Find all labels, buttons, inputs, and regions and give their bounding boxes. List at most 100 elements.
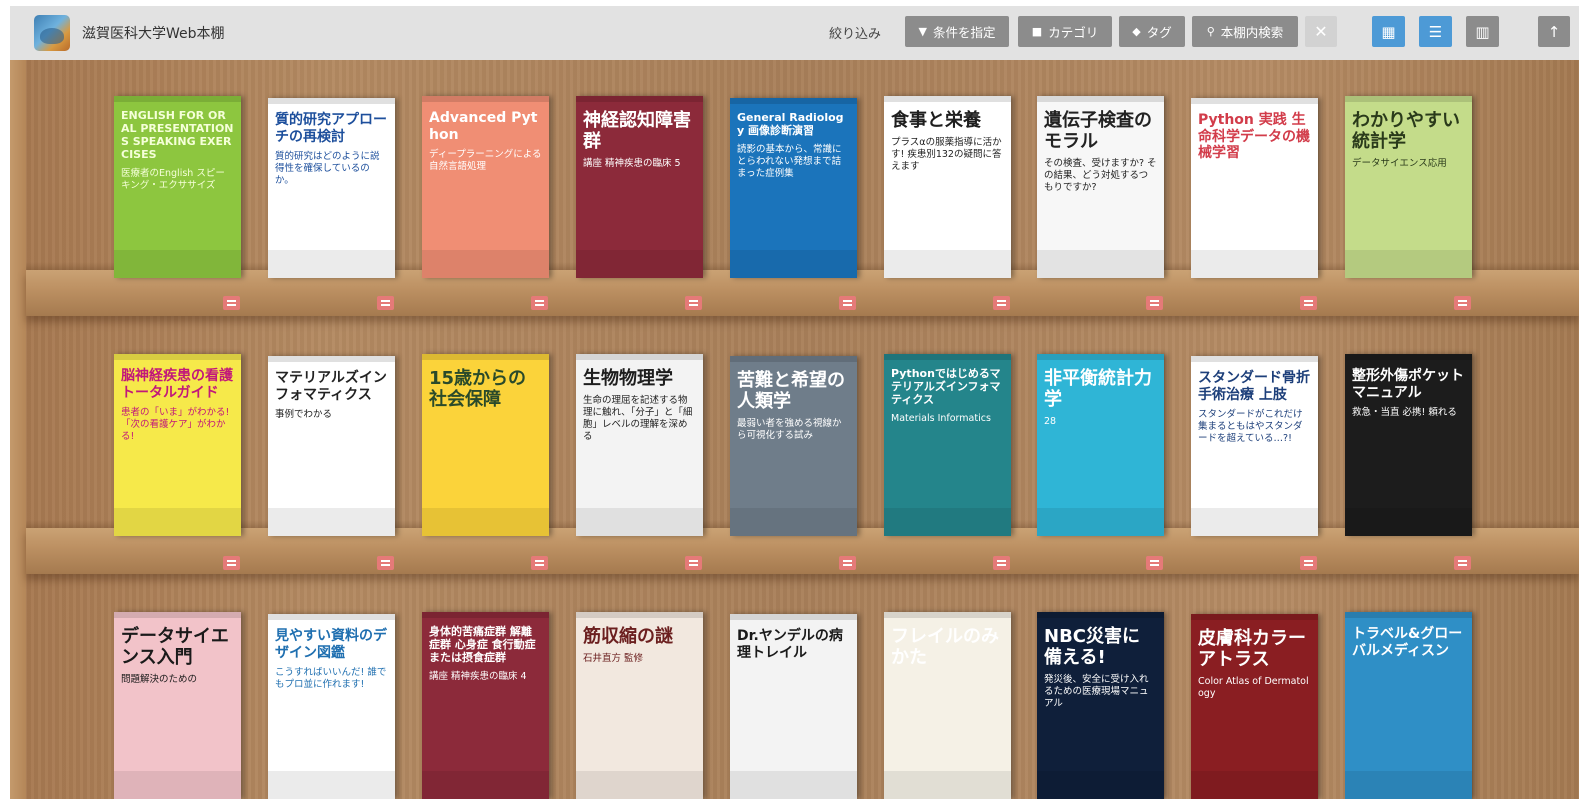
- memo-icon[interactable]: [1454, 556, 1471, 570]
- book-title: 非平衡統計力学: [1044, 368, 1152, 411]
- memo-icon[interactable]: [685, 556, 702, 570]
- memo-icon[interactable]: [993, 556, 1010, 570]
- book-cover-art: [268, 771, 395, 799]
- memo-icon[interactable]: [839, 556, 856, 570]
- clear-filter-button[interactable]: ✕: [1305, 16, 1337, 47]
- book-cover[interactable]: 非平衡統計力学 28: [1037, 354, 1164, 536]
- book-cover-art: [576, 508, 703, 536]
- memo-icon[interactable]: [1146, 296, 1163, 310]
- book-cover[interactable]: 身体的苦痛症群 解離症群 心身症 食行動症または摂食症群 講座 精神疾患の臨床 4: [422, 612, 549, 799]
- book-title: 筋収縮の謎: [583, 626, 673, 647]
- category-button[interactable]: ■ カテゴリ: [1018, 16, 1112, 47]
- book-cover[interactable]: 筋収縮の謎 石井直方 監修: [576, 612, 703, 799]
- book-cover-art: [884, 771, 1011, 799]
- book-cover[interactable]: スタンダード骨折手術治療 上肢 スタンダードがこれだけ集まるともはやスタンダードを…: [1191, 356, 1318, 536]
- book-cover[interactable]: マテリアルズインフォマティクス 事例でわかる: [268, 356, 395, 536]
- book-subtitle: 救急・当直 必携! 頼れる: [1352, 407, 1457, 419]
- book-subtitle: 読影の基本から、常識にとらわれない発想まで詰まった症例集: [737, 143, 842, 179]
- book-cover[interactable]: Dr.ヤンデルの病理トレイル: [730, 614, 857, 799]
- book-cover-art: [422, 771, 549, 799]
- book-cover[interactable]: 質的研究アプローチの再検討 質的研究はどのように説得性を確保しているのか。: [268, 98, 395, 278]
- grid-view-button[interactable]: ▦: [1372, 16, 1405, 47]
- search-button[interactable]: ⚲ 本棚内検索: [1192, 16, 1298, 47]
- book-subtitle: 事例でわかる: [275, 409, 333, 421]
- book-title: 身体的苦痛症群 解離症群 心身症 食行動症または摂食症群: [429, 625, 536, 664]
- memo-icon[interactable]: [1146, 556, 1163, 570]
- book-cover[interactable]: 見やすい資料のデザイン図鑑こうすればいいんだ! 誰でもプロ並に作れます!: [268, 614, 395, 799]
- memo-icon[interactable]: [1300, 556, 1317, 570]
- book-cover[interactable]: 15歳からの社会保障: [422, 354, 549, 536]
- book-subtitle: Color Atlas of Dermatology: [1198, 676, 1309, 700]
- memo-icon[interactable]: [993, 296, 1010, 310]
- book-cover[interactable]: 神経認知障害群 講座 精神疾患の臨床 5: [576, 96, 703, 278]
- memo-icon[interactable]: [377, 556, 394, 570]
- category-label: カテゴリ: [1048, 25, 1099, 40]
- tag-button[interactable]: ◆ タグ: [1119, 16, 1185, 47]
- book-cover-art: [576, 250, 703, 278]
- shelf-side: [10, 60, 26, 799]
- memo-icon[interactable]: [1300, 296, 1317, 310]
- book-cover[interactable]: General Radiology 画像診断演習読影の基本から、常識にとらわれな…: [730, 98, 857, 278]
- book-cover-art: [1037, 508, 1164, 536]
- book-title: スタンダード骨折手術治療 上肢: [1198, 370, 1310, 403]
- book-cover-art: [884, 508, 1011, 536]
- book-cover[interactable]: トラベル&グローバルメディスン: [1345, 612, 1472, 799]
- site-logo[interactable]: [34, 15, 70, 51]
- list-view-button[interactable]: ☰: [1419, 16, 1452, 47]
- book-subtitle: 医療者のEnglish スピーキング・エクササイズ: [121, 167, 225, 191]
- book-cover[interactable]: 生物物理学 生命の理屈を記述する物理に触れ、「分子」と「細胞」レベルの理解を深める: [576, 354, 703, 536]
- memo-icon[interactable]: [531, 296, 548, 310]
- memo-icon[interactable]: [531, 556, 548, 570]
- book-cover-art: [884, 250, 1011, 278]
- memo-icon[interactable]: [377, 296, 394, 310]
- search-icon: ⚲: [1206, 25, 1215, 38]
- book-title: 見やすい資料のデザイン図鑑: [275, 628, 387, 661]
- site-title[interactable]: 滋賀医科大学Web本棚: [82, 23, 225, 43]
- book-subtitle: こうすればいいんだ! 誰でもプロ並に作れます!: [275, 667, 387, 690]
- book-subtitle: スタンダードがこれだけ集まるともはやスタンダードを超えている…?!: [1198, 409, 1303, 444]
- book-title: 脳神経疾患の看護トータルガイド: [121, 368, 233, 401]
- book-cover[interactable]: NBC災害に備える! 発災後、安全に受け入れるための医療現場マニュアル: [1037, 612, 1164, 799]
- book-title: トラベル&グローバルメディスン: [1352, 626, 1463, 659]
- memo-icon[interactable]: [685, 296, 702, 310]
- book-cover[interactable]: Advanced Python ディープラーニングによる自然言語処理: [422, 96, 549, 278]
- book-cover[interactable]: フレイルのみかた: [884, 612, 1011, 799]
- book-cover-art: [1037, 250, 1164, 278]
- book-title: General Radiology 画像診断演習: [737, 111, 844, 137]
- book-title: フレイルのみかた: [891, 626, 999, 669]
- book-subtitle: 発災後、安全に受け入れるための医療現場マニュアル: [1044, 674, 1149, 710]
- book-cover[interactable]: 苦難と希望の人類学 最弱い者を強める視線から可視化する試み: [730, 356, 857, 536]
- masonry-view-button[interactable]: ▥: [1466, 16, 1499, 47]
- book-cover[interactable]: データサイエンス入門 問題解決のための: [114, 612, 241, 799]
- memo-icon[interactable]: [1454, 296, 1471, 310]
- book-subtitle: プラスαの服薬指導に活かす! 疾患別132の疑問に答えます: [891, 137, 1002, 172]
- book-cover[interactable]: 整形外傷ポケットマニュアル 救急・当直 必携! 頼れる: [1345, 354, 1472, 536]
- memo-icon[interactable]: [223, 556, 240, 570]
- memo-icon[interactable]: [223, 296, 240, 310]
- conditions-button[interactable]: ▼ 条件を指定: [905, 16, 1009, 47]
- book-cover[interactable]: 遺伝子検査のモラル その検査、受けますか? その結果、どう対処するつもりですか?: [1037, 96, 1164, 278]
- book-subtitle: データサイエンス応用: [1352, 158, 1447, 170]
- book-title: 15歳からの社会保障: [429, 368, 527, 411]
- close-icon: ✕: [1314, 22, 1328, 41]
- arrow-up-icon: ↑: [1547, 22, 1561, 41]
- book-cover-art: [114, 508, 241, 536]
- book-cover[interactable]: 皮膚科カラーアトラス Color Atlas of Dermatology: [1191, 614, 1318, 799]
- book-cover[interactable]: 食事と栄養プラスαの服薬指導に活かす! 疾患別132の疑問に答えます: [884, 96, 1011, 278]
- book-cover[interactable]: Pythonではじめるマテリアルズインフォマティクス Materials Info…: [884, 354, 1011, 536]
- book-cover-art: [1345, 250, 1472, 278]
- book-cover[interactable]: Python 実践 生命科学データの機械学習: [1191, 98, 1318, 278]
- book-cover-art: [114, 771, 241, 799]
- book-cover-art: [1191, 250, 1318, 278]
- book-cover-art: [730, 250, 857, 278]
- book-title: Python 実践 生命科学データの機械学習: [1198, 112, 1310, 162]
- book-subtitle: 28: [1044, 416, 1057, 428]
- book-cover[interactable]: ENGLISH FOR ORAL PRESENTATIONS SPEAKING …: [114, 96, 241, 278]
- book-cover[interactable]: わかりやすい統計学 データサイエンス応用: [1345, 96, 1472, 278]
- book-cover-art: [730, 771, 857, 799]
- book-cover[interactable]: 脳神経疾患の看護トータルガイド 患者の「いま」がわかる! 「次の看護ケア」がわかる…: [114, 354, 241, 536]
- book-title: 食事と栄養: [891, 110, 981, 131]
- back-to-top-button[interactable]: ↑: [1538, 16, 1570, 47]
- memo-icon[interactable]: [839, 296, 856, 310]
- top-bar: 滋賀医科大学Web本棚 絞り込み ▼ 条件を指定 ■ カテゴリ ◆ タグ ⚲ 本…: [10, 6, 1579, 60]
